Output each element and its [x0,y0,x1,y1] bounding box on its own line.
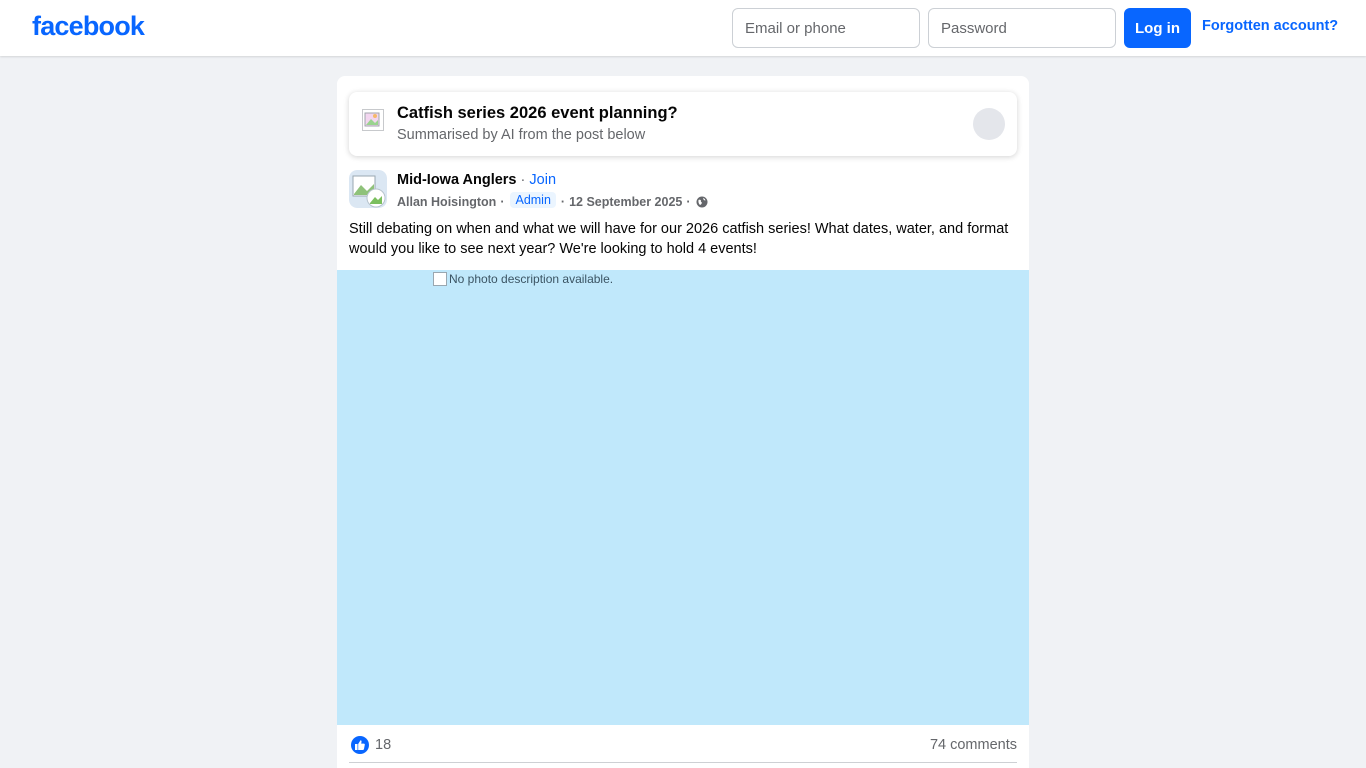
separator: · [520,172,526,188]
separator: · [560,195,566,209]
separator: · [686,195,691,209]
comments-count[interactable]: 74 comments [930,737,1017,753]
post-photo[interactable]: No photo description available. [337,270,1029,725]
photo-alt-text: No photo description available. [433,272,613,286]
like-icon[interactable] [351,736,369,754]
forgotten-account-link[interactable]: Forgotten account? [1202,18,1338,34]
post-footer: 18 74 comments [337,725,1029,768]
separator: · [500,195,505,209]
group-name[interactable]: Mid-Iowa Anglers [397,172,517,188]
reaction-count[interactable]: 18 [375,737,391,753]
photo-alt-label: No photo description available. [449,272,614,286]
post-text: Still debating on when and what we will … [349,221,1009,257]
summary-action-button[interactable] [973,108,1005,140]
summary-subtitle: Summarised by AI from the post below [397,127,646,143]
broken-image-icon [433,272,447,286]
divider [349,762,1017,763]
post-date[interactable]: 12 September 2025 [569,195,682,209]
email-input[interactable] [732,8,920,48]
summary-title: Catfish series 2026 event planning? [397,104,678,122]
summary-thumbnail-icon [362,109,384,131]
globe-icon [696,196,708,208]
password-input[interactable] [928,8,1116,48]
facebook-logo[interactable]: facebook [32,11,145,42]
post-meta: Allan Hoisington · Admin · 12 September … [397,192,708,210]
group-name-line: Mid-Iowa Anglers · Join [397,172,556,188]
top-bar: facebook Log in Forgotten account? [0,0,1366,56]
ai-summary-card[interactable]: Catfish series 2026 event planning? Summ… [349,92,1017,156]
author-name[interactable]: Allan Hoisington [397,195,496,209]
login-button[interactable]: Log in [1124,8,1191,48]
join-group-link[interactable]: Join [529,172,556,188]
group-avatar[interactable] [349,170,387,208]
admin-badge: Admin [510,192,556,208]
post-card: Catfish series 2026 event planning? Summ… [337,76,1029,768]
